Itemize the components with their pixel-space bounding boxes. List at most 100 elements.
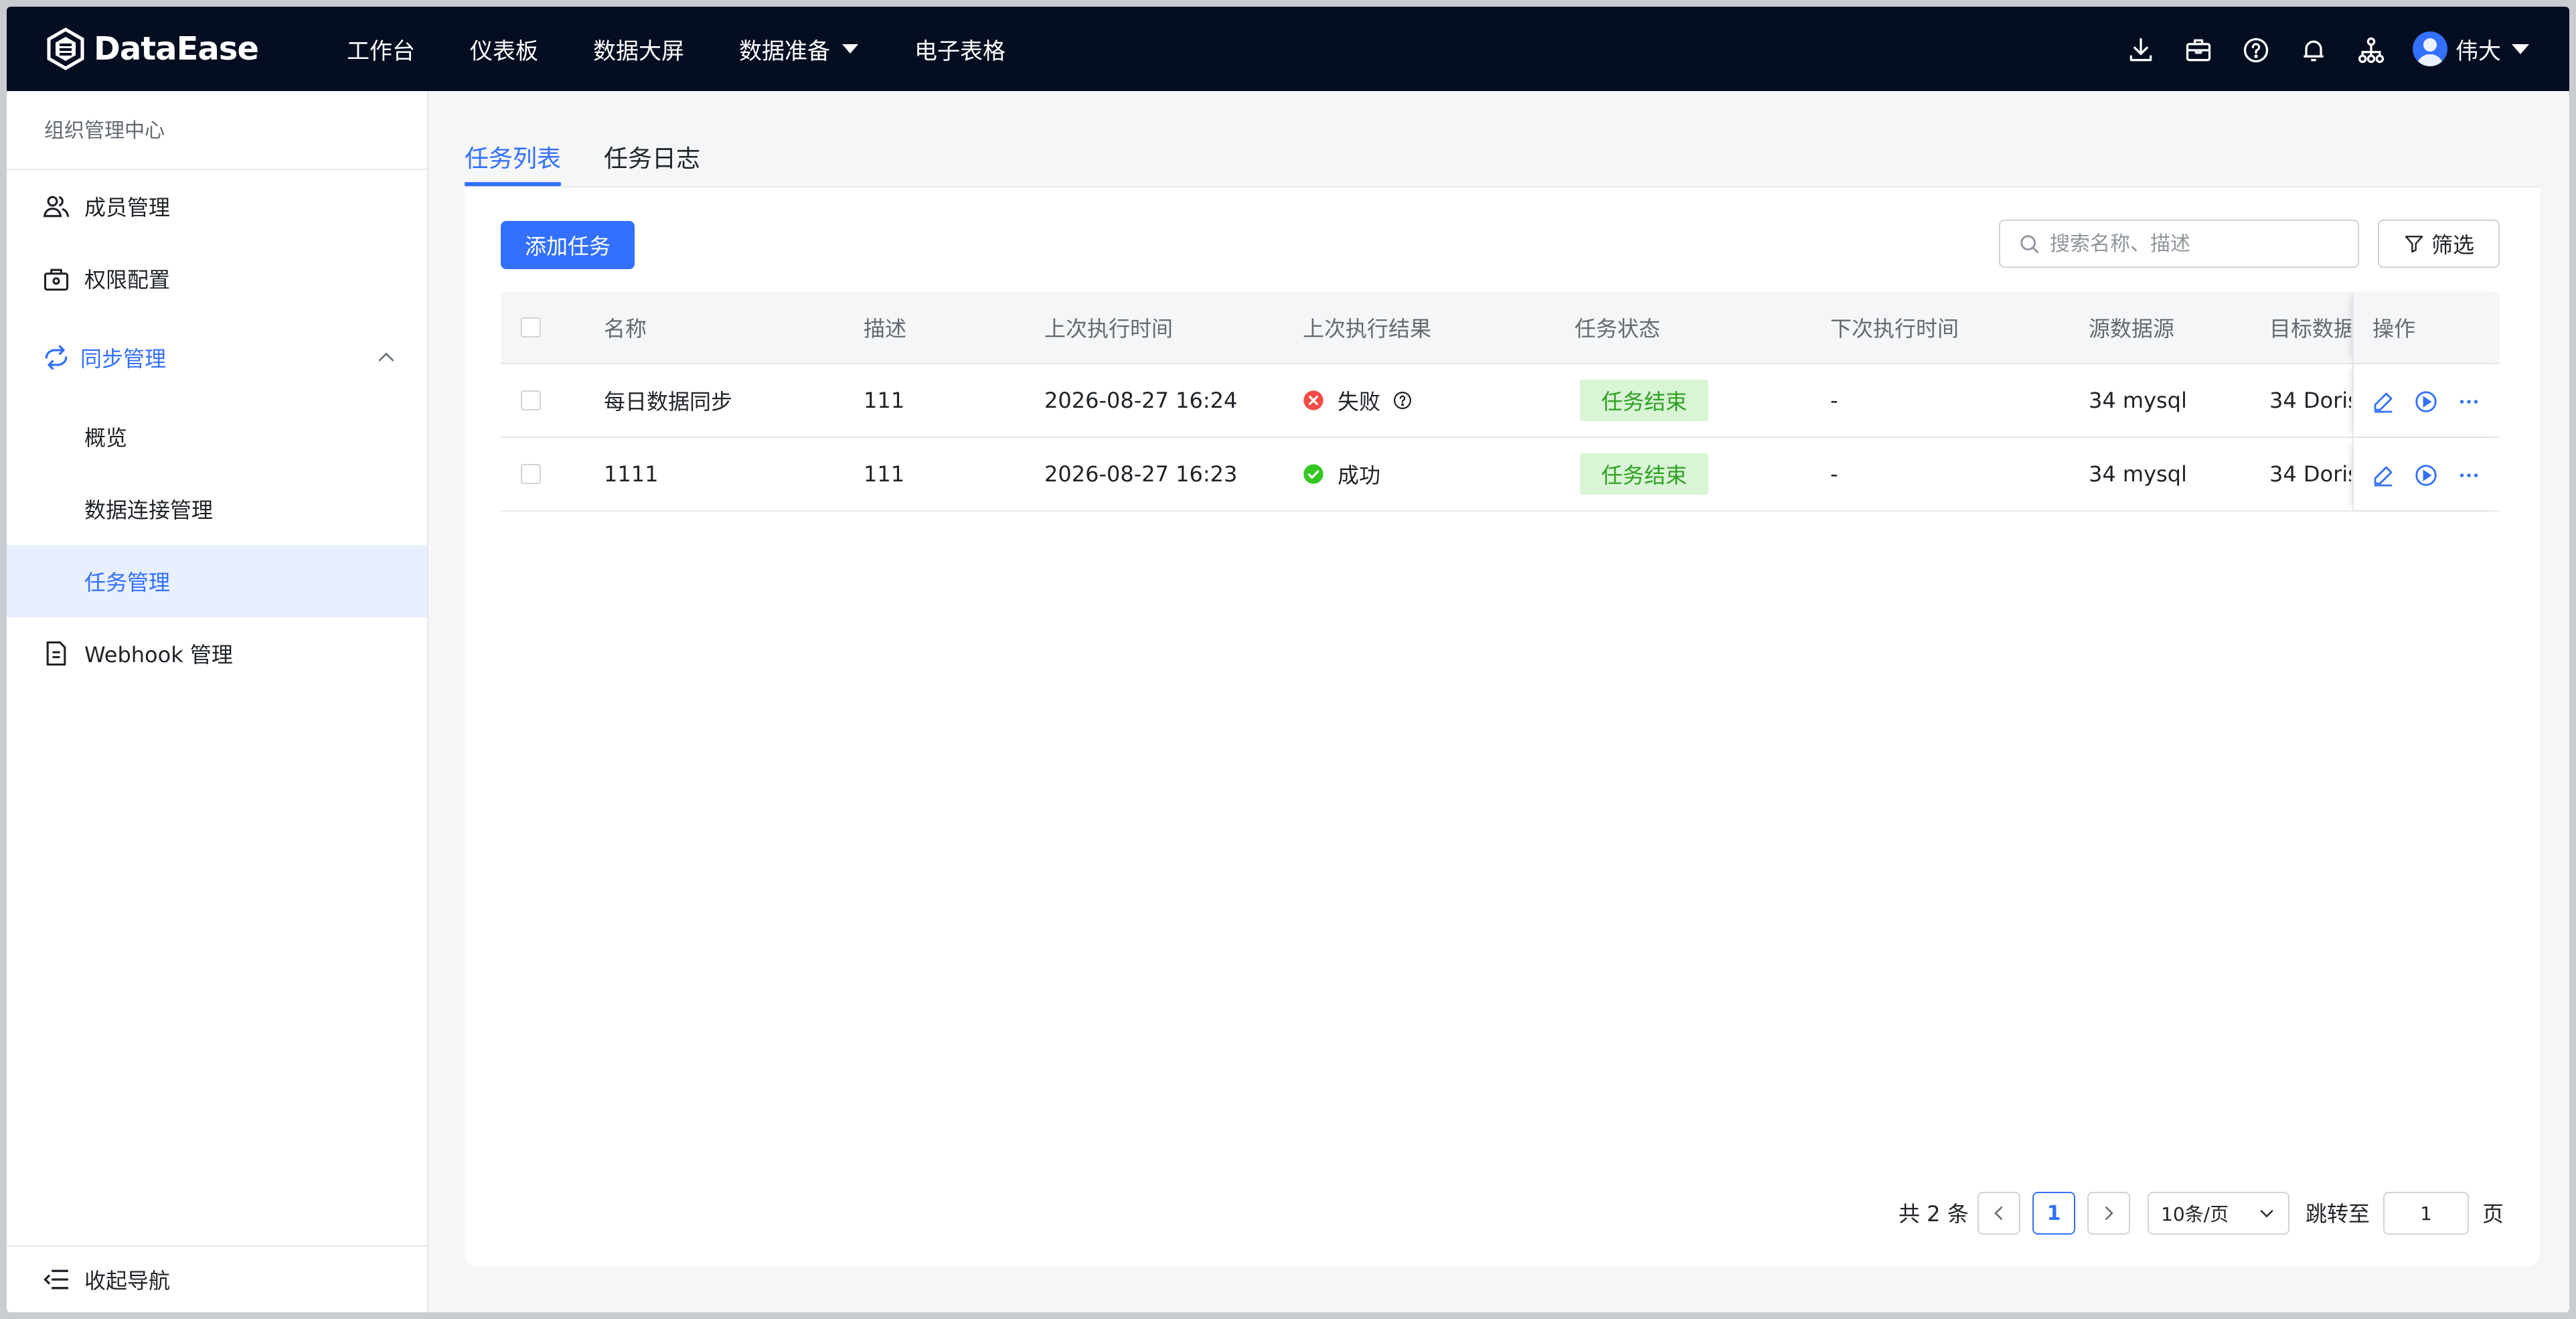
toolbox-icon[interactable] <box>2184 35 2213 65</box>
column-header[interactable]: 上次执行结果 <box>1303 292 1431 363</box>
run-icon[interactable] <box>2414 463 2438 487</box>
search-box[interactable] <box>1999 220 2359 268</box>
task-status-cell: 任务结束 <box>1580 438 1709 510</box>
page-size-value: 10条/页 <box>2161 1203 2229 1225</box>
nav-dashboard[interactable]: 仪表板 <box>470 7 538 91</box>
row-checkbox[interactable] <box>521 390 541 410</box>
table-row[interactable]: 1111 111 2026-08-27 16:23 成功 任务结束 - 34 m… <box>501 438 2500 512</box>
download-icon[interactable] <box>2126 35 2156 65</box>
sidebar-item-permissions[interactable]: 权限配置 <box>7 242 427 315</box>
next-exec-time: - <box>1830 388 1838 413</box>
select-all-checkbox[interactable] <box>521 317 541 337</box>
column-header[interactable]: 目标数据源 <box>2269 292 2351 363</box>
sidebar: 组织管理中心 成员管理 权限配置 同步管理 概览 数据连接管理 任务管理 Web… <box>7 91 428 1312</box>
dataease-logo-icon <box>47 27 84 70</box>
org-tree-icon[interactable] <box>2356 35 2386 65</box>
bell-icon[interactable] <box>2299 35 2328 65</box>
total-count: 共 2 条 <box>1899 1201 1969 1227</box>
nav-label: 电子表格 <box>914 37 1005 65</box>
prev-page-button[interactable] <box>1978 1192 2020 1235</box>
chevron-right-icon <box>2105 1207 2113 1220</box>
sidebar-item-webhook[interactable]: Webhook 管理 <box>7 617 427 690</box>
column-header[interactable]: 描述 <box>864 292 906 363</box>
error-circle-icon <box>1303 390 1323 410</box>
question-circle-icon[interactable] <box>1392 390 1413 410</box>
filter-icon <box>2405 236 2423 253</box>
row-actions <box>2352 364 2500 437</box>
row-actions <box>2352 438 2500 510</box>
nav-workbench[interactable]: 工作台 <box>347 7 415 91</box>
row-select-cell <box>521 438 541 510</box>
sidebar-item-label: 数据连接管理 <box>84 497 214 523</box>
task-desc: 111 <box>864 461 905 487</box>
help-icon[interactable] <box>2241 35 2271 65</box>
sidebar-item-sync[interactable]: 同步管理 <box>7 321 427 394</box>
sidebar-item-label: 概览 <box>84 425 128 451</box>
source-datasource: 34 mysql <box>2089 388 2187 413</box>
nav-spreadsheet[interactable]: 电子表格 <box>914 7 1005 91</box>
task-desc: 111 <box>864 388 905 413</box>
nav-data-prep[interactable]: 数据准备 <box>739 7 858 91</box>
last-exec-result: 成功 <box>1303 438 1380 510</box>
sidebar-item-label: 成员管理 <box>84 195 171 220</box>
sidebar-item-label: 同步管理 <box>80 346 167 372</box>
edit-icon[interactable] <box>2371 390 2395 414</box>
filter-button[interactable]: 筛选 <box>2378 220 2500 268</box>
next-page-button[interactable] <box>2087 1192 2130 1235</box>
more-icon[interactable] <box>2457 463 2481 487</box>
document-icon <box>46 641 66 666</box>
sidebar-item-data-connections[interactable]: 数据连接管理 <box>7 473 427 545</box>
caret-down-icon <box>842 44 858 54</box>
nav-label: 数据准备 <box>739 37 830 65</box>
edit-icon[interactable] <box>2371 463 2395 487</box>
nav-label: 仪表板 <box>470 37 538 65</box>
lock-bag-icon <box>44 268 69 291</box>
status-badge: 任务结束 <box>1580 380 1709 421</box>
actions-column-header: 操作 <box>2352 292 2500 363</box>
search-input[interactable] <box>2050 232 2344 256</box>
jump-page-input[interactable]: 1 <box>2383 1192 2469 1235</box>
status-badge: 任务结束 <box>1580 453 1709 495</box>
chevron-up-icon <box>378 352 394 362</box>
collapse-nav-label: 收起导航 <box>84 1268 171 1294</box>
user-menu[interactable]: 伟大 <box>2413 31 2529 66</box>
row-checkbox[interactable] <box>521 464 541 484</box>
chevron-left-icon <box>1994 1207 2002 1220</box>
sidebar-item-members[interactable]: 成员管理 <box>7 170 427 242</box>
chevron-down-icon <box>2260 1210 2273 1218</box>
collapse-nav-button[interactable]: 收起导航 <box>7 1247 427 1312</box>
table-row[interactable]: 每日数据同步 111 2026-08-27 16:24 失败 任务结束 - 34… <box>501 364 2500 438</box>
sidebar-item-overview[interactable]: 概览 <box>7 400 427 473</box>
column-header[interactable]: 下次执行时间 <box>1830 292 1959 363</box>
user-name: 伟大 <box>2456 37 2501 65</box>
caret-down-icon <box>2512 44 2529 54</box>
column-header[interactable]: 源数据源 <box>2089 292 2174 363</box>
more-icon[interactable] <box>2457 390 2481 414</box>
add-task-button[interactable]: 添加任务 <box>501 221 635 269</box>
table-header: 名称 描述 上次执行时间 上次执行结果 任务状态 下次执行时间 源数据源 目标数… <box>501 292 2500 364</box>
target-datasource: 34 Doris <box>2269 388 2351 413</box>
last-exec-time: 2026-08-27 16:23 <box>1044 461 1238 487</box>
jump-label: 跳转至 <box>2306 1201 2370 1227</box>
sidebar-item-label: 权限配置 <box>84 267 171 293</box>
column-header: 操作 <box>2372 316 2416 341</box>
page-unit-label: 页 <box>2482 1201 2504 1227</box>
task-name: 每日数据同步 <box>604 389 733 414</box>
app-window: DataEase 工作台 仪表板 数据大屏 数据准备 电子表格 伟大 组织管理中… <box>7 7 2569 1312</box>
page-size-select[interactable]: 10条/页 <box>2148 1192 2289 1235</box>
users-icon <box>43 196 69 218</box>
sidebar-item-tasks[interactable]: 任务管理 <box>7 545 427 617</box>
tab-task-log[interactable]: 任务日志 <box>604 139 700 174</box>
column-header[interactable]: 任务状态 <box>1575 292 1660 363</box>
nav-data-screen[interactable]: 数据大屏 <box>593 7 684 91</box>
sidebar-item-label: 任务管理 <box>84 570 171 595</box>
brand-logo[interactable]: DataEase <box>44 27 259 71</box>
sidebar-item-label: Webhook 管理 <box>84 642 233 668</box>
nav-label: 工作台 <box>347 37 415 65</box>
run-icon[interactable] <box>2414 390 2438 414</box>
column-header[interactable]: 名称 <box>604 292 647 363</box>
column-header[interactable]: 上次执行时间 <box>1044 292 1173 363</box>
page-button-current[interactable]: 1 <box>2032 1192 2075 1235</box>
search-icon <box>2020 235 2039 254</box>
tab-task-list[interactable]: 任务列表 <box>465 139 561 174</box>
